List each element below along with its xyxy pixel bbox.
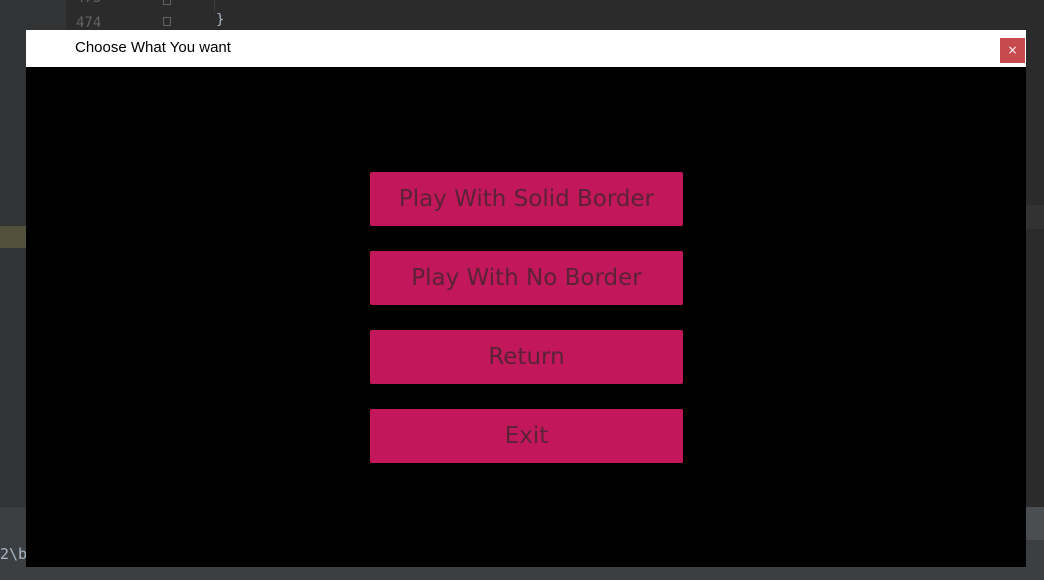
ide-scroll-marker: [1026, 205, 1044, 229]
ide-line-highlight: [0, 226, 26, 248]
ide-line-number: 474: [76, 15, 102, 31]
play-solid-border-button[interactable]: Play With Solid Border: [370, 172, 683, 226]
play-no-border-button[interactable]: Play With No Border: [370, 251, 683, 305]
ide-indent-guide: [214, 0, 215, 12]
return-button[interactable]: Return: [370, 330, 683, 384]
fold-marker-icon[interactable]: [163, 17, 171, 26]
ide-code-line: }: [216, 12, 225, 28]
dialog-title: Choose What You want: [75, 39, 231, 56]
menu-dialog: Choose What You want × Play With Solid B…: [26, 30, 1026, 567]
close-icon: ×: [1007, 43, 1018, 57]
exit-button[interactable]: Exit: [370, 409, 683, 463]
fold-marker-icon[interactable]: [163, 0, 171, 5]
ide-terminal-text: 2\b: [0, 545, 28, 563]
dialog-titlebar[interactable]: Choose What You want ×: [26, 30, 1026, 67]
ide-bottom-strip: [1026, 507, 1044, 540]
ide-code-line: }: [256, 0, 264, 2]
ide-line-number: 473: [76, 0, 101, 6]
close-button[interactable]: ×: [1000, 38, 1025, 63]
